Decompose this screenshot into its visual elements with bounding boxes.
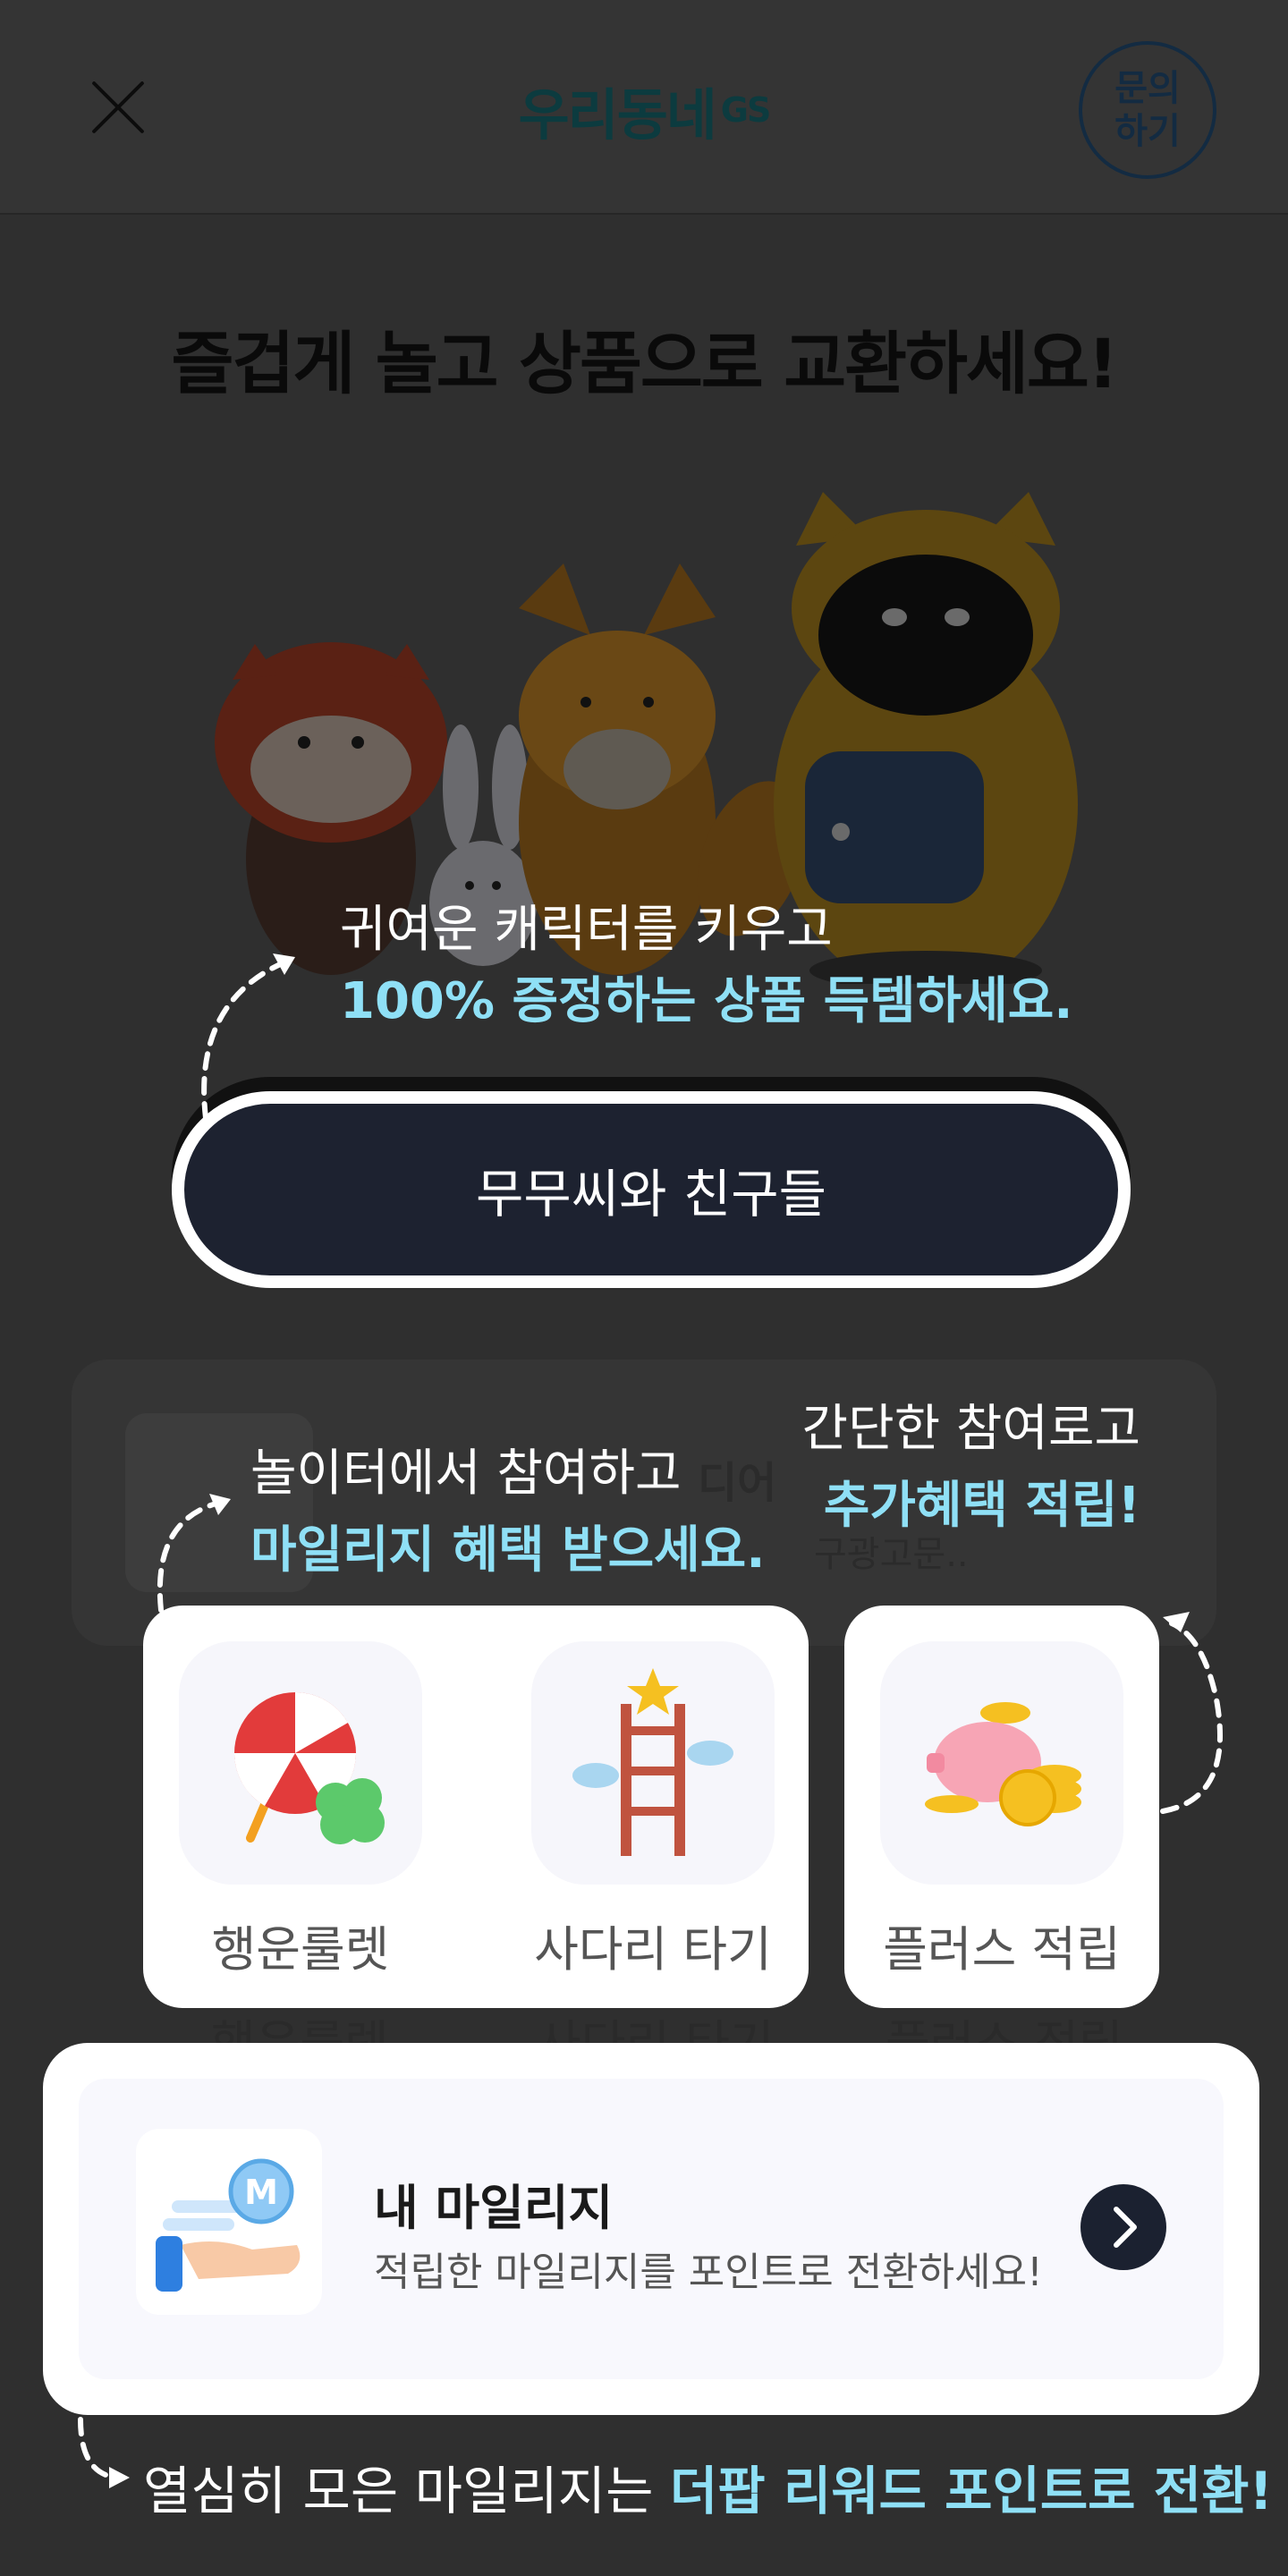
mileage-card[interactable]: M 내 마일리지 적립한 마일리지를 포인트로 전환하세요!: [43, 2043, 1259, 2415]
inquiry-label-line1: 문의: [1114, 68, 1181, 109]
mileage-card-inner: M 내 마일리지 적립한 마일리지를 포인트로 전환하세요!: [79, 2079, 1224, 2379]
game-label-roulette: 행운룰렛: [211, 1921, 390, 1978]
game-label-plus: 플러스 적립: [883, 1921, 1121, 1978]
app-logo: 우리동네 GS: [492, 61, 796, 159]
roulette-icon: [179, 1641, 422, 1885]
game-item-ladder[interactable]: 사다리 타기: [531, 1641, 775, 1980]
game-item-plus[interactable]: 플러스 적립: [880, 1641, 1123, 1980]
playground-caption-right-line2: 추가혜택 적립!: [823, 1477, 1140, 1535]
game-item-roulette[interactable]: 행운룰렛: [179, 1641, 422, 1980]
logo-text: 우리동네: [518, 82, 717, 148]
mumu-friends-button[interactable]: 무무씨와 친구들: [172, 1091, 1131, 1288]
mileage-subtitle: 적립한 마일리지를 포인트로 전환하세요!: [374, 2250, 1043, 2295]
guide-arrow-playground-right: [1160, 1621, 1223, 1814]
mileage-badge-letter: M: [244, 2173, 278, 2212]
logo-suffix: GS: [720, 90, 772, 130]
playground-caption-left-line1: 놀이터에서 참여하고: [250, 1445, 682, 1503]
bottom-caption: 열심히 모은 마일리지는 더팝 리워드 포인트로 전환!: [143, 2449, 1273, 2524]
ladder-icon: [531, 1641, 775, 1885]
mileage-arrow-button[interactable]: [1080, 2184, 1166, 2270]
playground-caption-left: 놀이터에서 참여하고 마일리지 혜택 받으세요.: [250, 1436, 765, 1589]
mileage-hand-icon: M: [136, 2129, 322, 2315]
game-label-ladder: 사다리 타기: [534, 1921, 772, 1978]
page-headline: 즐겁게 놀고 상품으로 교환하세요!: [171, 324, 1119, 403]
mileage-title: 내 마일리지: [374, 2180, 614, 2236]
hero-caption-line1: 귀여운 캐릭터를 키우고: [340, 901, 833, 959]
top-bar: 우리동네 GS 문의 하기: [0, 0, 1288, 215]
guide-arrow-bottom: [78, 2417, 119, 2480]
game-card-group: 행운룰렛 사다리 타기: [143, 1606, 809, 2008]
hero-caption: 귀여운 캐릭터를 키우고 100% 증정하는 상품 득템하세요.: [340, 894, 1073, 1038]
chevron-right-icon: [1114, 2207, 1137, 2248]
inquiry-label-line2: 하기: [1114, 111, 1181, 152]
arrowhead-bottom: [109, 2467, 130, 2488]
plus-card: 플러스 적립: [844, 1606, 1159, 2008]
playground-caption-right-line1: 간단한 참여로고: [801, 1400, 1140, 1458]
bottom-caption-highlight: 더팝 리워드 포인트로 전환!: [669, 2461, 1273, 2521]
close-icon[interactable]: [82, 72, 154, 143]
bottom-caption-prefix: 열심히 모은 마일리지는: [143, 2461, 670, 2521]
playground-caption-right: 간단한 참여로고 추가혜택 적립!: [802, 1391, 1140, 1545]
piggy-bank-icon: [880, 1641, 1123, 1885]
inquiry-button[interactable]: 문의 하기: [1079, 41, 1216, 179]
hero-caption-line2: 100% 증정하는 상품 득템하세요.: [340, 972, 1073, 1030]
playground-caption-left-line2: 마일리지 혜택 받으세요.: [250, 1521, 766, 1580]
